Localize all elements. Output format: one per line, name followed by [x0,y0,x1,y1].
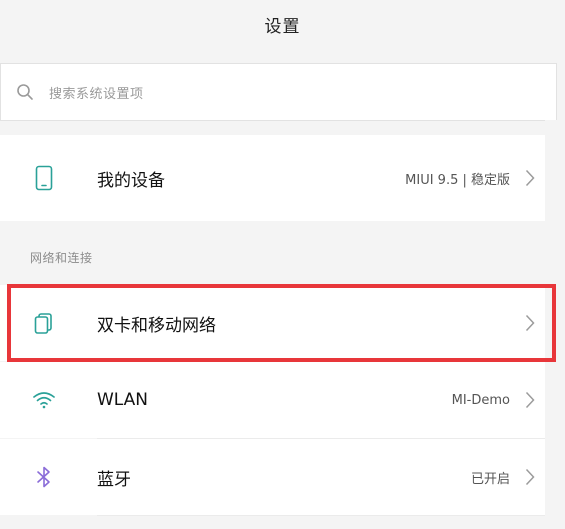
divider [97,515,545,516]
chevron-right-icon [525,467,539,487]
wlan-row[interactable]: WLAN MI-Demo [0,362,545,438]
bluetooth-icon [32,465,56,489]
my-device-label: 我的设备 [97,170,165,191]
phone-icon [32,165,56,191]
bluetooth-value: 已开启 [470,471,510,487]
wlan-label: WLAN [97,390,149,410]
highlight-box [7,284,556,362]
search-icon [1,83,49,101]
chevron-right-icon [525,390,539,410]
chevron-right-icon [525,168,539,188]
wifi-icon [32,388,56,412]
bluetooth-label: 蓝牙 [97,469,131,490]
page-title: 设置 [264,16,301,37]
search-input[interactable]: 搜索系统设置项 [0,63,557,121]
my-device-value: MIUI 9.5 | 稳定版 [405,172,510,188]
top-bar: 设置 [0,0,565,48]
section-label-network: 网络和连接 [30,251,93,265]
search-placeholder: 搜索系统设置项 [49,86,144,102]
wlan-value: MI-Demo [451,392,510,408]
bluetooth-row[interactable]: 蓝牙 已开启 [0,439,545,515]
my-device-row[interactable]: 我的设备 MIUI 9.5 | 稳定版 [0,135,545,221]
